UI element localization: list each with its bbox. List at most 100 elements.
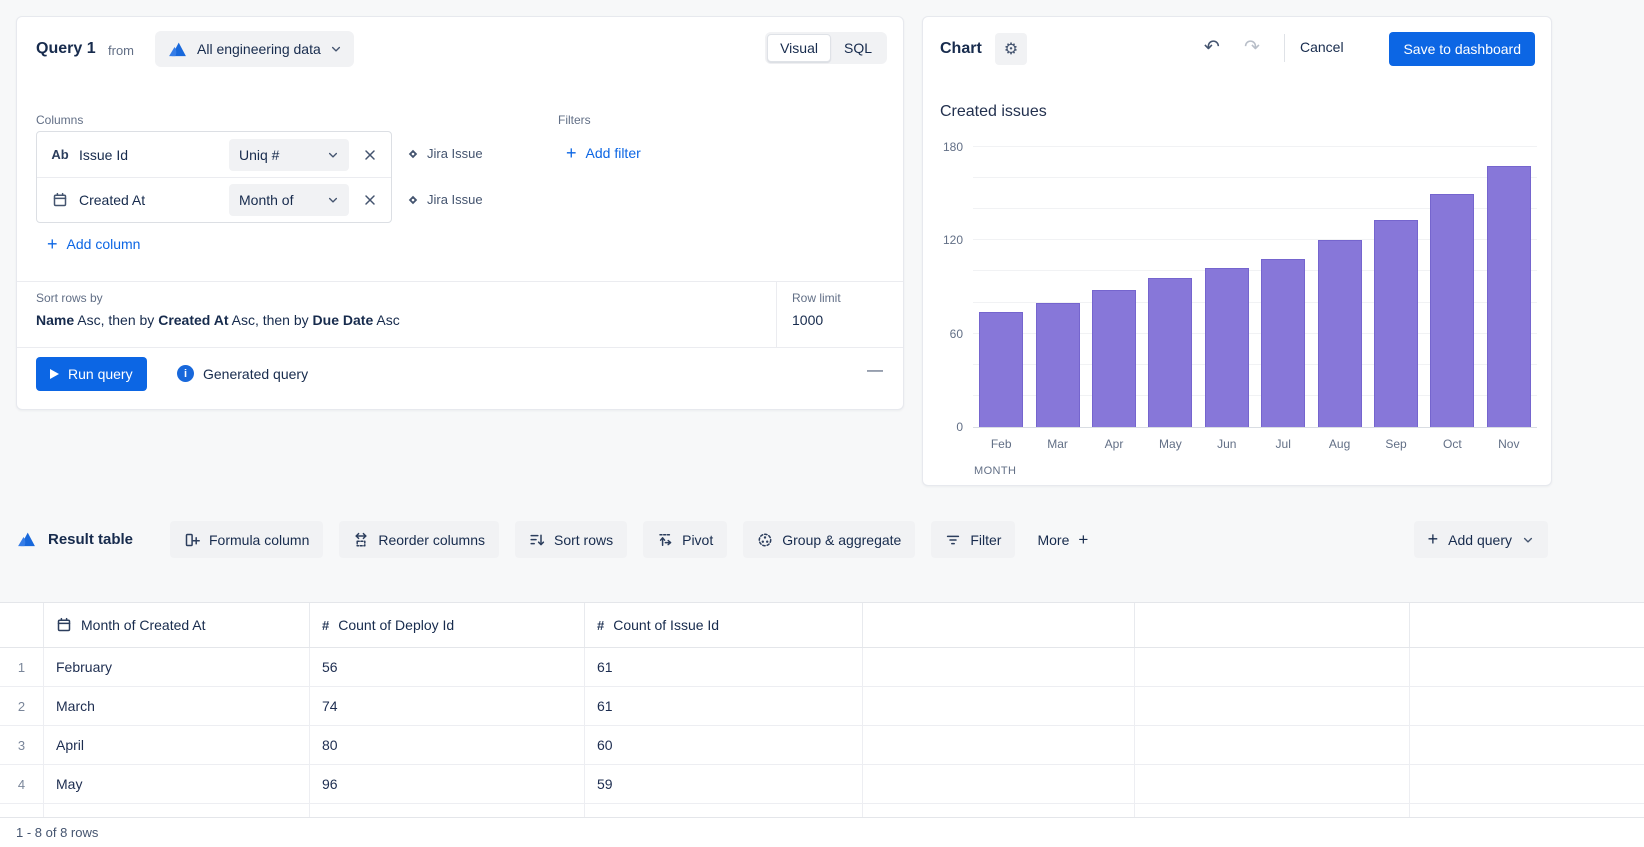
x-tick-label: Apr <box>1086 437 1142 451</box>
aggregation-select[interactable]: Month of <box>229 184 349 216</box>
chevron-down-icon <box>1522 534 1534 546</box>
column-header[interactable] <box>1410 603 1644 647</box>
toolbar-button-pivot[interactable]: Pivot <box>643 521 727 558</box>
column-name: Created At <box>79 192 221 208</box>
sort-rows-value[interactable]: Name Asc, then by Created At Asc, then b… <box>36 312 400 328</box>
divider <box>776 282 777 347</box>
plus-icon: + <box>1078 530 1088 550</box>
undo-button[interactable]: ↶ <box>1204 36 1220 60</box>
column-row: Created At Month of <box>37 177 391 222</box>
generated-query-label: Generated query <box>203 366 308 382</box>
redo-button[interactable]: ↷ <box>1244 36 1260 60</box>
table-cell <box>1135 765 1410 803</box>
play-icon <box>50 369 59 379</box>
x-tick-label: Jun <box>1199 437 1255 451</box>
chart-settings-button[interactable]: ⚙ <box>995 33 1027 65</box>
query-from-label: from <box>108 43 134 58</box>
add-column-button[interactable]: + Add column <box>47 236 140 252</box>
toolbar-button-label: Filter <box>970 532 1001 548</box>
aggregation-value: Uniq # <box>239 147 323 163</box>
tab-visual[interactable]: Visual <box>767 34 831 62</box>
chevron-down-icon <box>330 43 342 55</box>
more-label: More <box>1037 532 1069 548</box>
generated-query-link[interactable]: i Generated query <box>177 365 308 382</box>
more-button[interactable]: More + <box>1031 521 1094 558</box>
table-cell: 80 <box>310 726 585 764</box>
sort-rows-icon <box>529 532 545 548</box>
table-cell: March <box>44 687 310 725</box>
x-axis-title: MONTH <box>974 465 1016 477</box>
gridline <box>973 177 1537 178</box>
chart-bar <box>1261 259 1305 427</box>
data-source-select[interactable]: All engineering data <box>155 31 354 67</box>
filter-icon <box>945 532 961 548</box>
table-row: 4May9659 <box>0 765 1644 804</box>
toolbar-button-filter[interactable]: Filter <box>931 521 1015 558</box>
table-cell <box>1135 687 1410 725</box>
column-header[interactable]: #Count of Issue Id <box>585 603 863 647</box>
query-card: Query 1 from All engineering data Visual… <box>16 16 904 410</box>
table-cell: 56 <box>310 648 585 686</box>
column-header[interactable] <box>863 603 1135 647</box>
toolbar-button-label: Pivot <box>682 532 713 548</box>
table-cell <box>863 765 1135 803</box>
sort-part: Asc, then by <box>228 312 312 328</box>
toolbar-button-sort-rows[interactable]: Sort rows <box>515 521 627 558</box>
tab-sql[interactable]: SQL <box>831 34 885 62</box>
table-row: 2March7461 <box>0 687 1644 726</box>
remove-column-button[interactable] <box>357 142 383 168</box>
analytics-editor-page: Query 1 from All engineering data Visual… <box>0 0 1644 847</box>
aggregation-select[interactable]: Uniq # <box>229 139 349 171</box>
column-name: Issue Id <box>79 147 221 163</box>
table-cell: June <box>44 804 310 817</box>
run-query-label: Run query <box>68 366 133 382</box>
data-source-name: All engineering data <box>197 41 321 57</box>
y-tick-label: 60 <box>929 327 963 341</box>
column-header-label: Month of Created At <box>81 617 206 633</box>
table-cell: 60 <box>585 804 863 817</box>
toolbar-button-group-aggregate[interactable]: Group & aggregate <box>743 521 915 558</box>
table-cell <box>863 804 1135 817</box>
chart-bar <box>1374 220 1418 427</box>
table-body: 1February56612March74613April80604May965… <box>0 648 1644 817</box>
columns-label: Columns <box>36 113 83 127</box>
table-cell: 102 <box>310 804 585 817</box>
sort-part: Due Date <box>313 312 374 328</box>
column-header[interactable]: Month of Created At <box>44 603 310 647</box>
column-source-tag: Jira Issue <box>406 192 483 207</box>
column-header[interactable]: #Count of Deploy Id <box>310 603 585 647</box>
chart-bar <box>1318 240 1362 427</box>
chart-title: Created issues <box>940 103 1047 121</box>
column-header[interactable] <box>1135 603 1410 647</box>
toolbar-button-reorder-columns[interactable]: Reorder columns <box>339 521 499 558</box>
row-number: 2 <box>0 687 44 725</box>
add-filter-button[interactable]: + Add filter <box>566 145 641 161</box>
toolbar-button-formula-column[interactable]: Formula column <box>170 521 323 558</box>
chart-bar <box>1205 268 1249 427</box>
divider <box>17 281 903 282</box>
table-cell <box>1135 804 1410 817</box>
reorder-columns-icon <box>353 532 369 548</box>
row-limit-value[interactable]: 1000 <box>792 312 823 328</box>
remove-column-button[interactable] <box>357 187 383 213</box>
source-tag-label: Jira Issue <box>427 146 483 161</box>
cancel-button[interactable]: Cancel <box>1300 39 1344 55</box>
sort-part: Asc <box>373 312 399 328</box>
source-tag-label: Jira Issue <box>427 192 483 207</box>
table-cell: 60 <box>585 726 863 764</box>
table-cell: April <box>44 726 310 764</box>
chart-panel-title: Chart <box>940 40 982 58</box>
column-header-label: Count of Issue Id <box>613 617 719 633</box>
x-tick-label: Nov <box>1481 437 1537 451</box>
table-row: 1February5661 <box>0 648 1644 687</box>
run-query-button[interactable]: Run query <box>36 357 147 391</box>
add-query-button[interactable]: + Add query <box>1414 521 1548 558</box>
plus-icon: + <box>47 237 58 251</box>
table-cell: 96 <box>310 765 585 803</box>
add-column-label: Add column <box>67 236 141 252</box>
row-number-header <box>0 603 44 647</box>
save-to-dashboard-button[interactable]: Save to dashboard <box>1389 32 1535 66</box>
columns-list: AbIssue IdUniq #Created AtMonth of <box>36 131 392 223</box>
collapse-query-button[interactable]: — <box>867 362 883 380</box>
result-table-header: Result table <box>16 529 133 550</box>
